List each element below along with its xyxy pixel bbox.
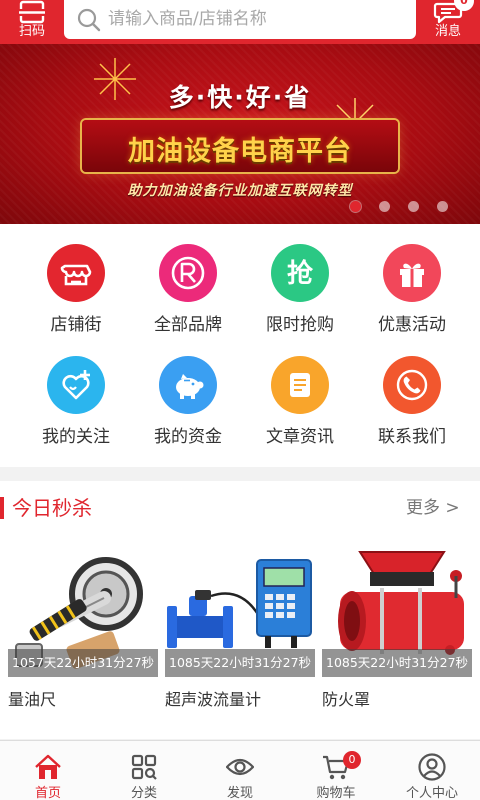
- heart-plus-icon: [47, 356, 105, 414]
- message-button[interactable]: 0 消息: [416, 0, 480, 44]
- category-label: 我的关注: [42, 427, 110, 447]
- category-label: 我的资金: [154, 427, 222, 447]
- category-item[interactable]: 联系我们: [352, 356, 472, 466]
- carousel-dot[interactable]: [350, 201, 361, 212]
- tab-item[interactable]: 分类: [96, 741, 192, 800]
- tab-label: 个人中心: [405, 786, 458, 800]
- banner-title: 加油设备电商平台: [128, 136, 352, 167]
- tab-item[interactable]: 发现: [192, 741, 288, 800]
- top-header: 扫码 0 消息: [0, 0, 480, 44]
- category-label: 全部品牌: [154, 315, 222, 335]
- scan-button[interactable]: 扫码: [0, 0, 64, 44]
- carousel-dot[interactable]: [408, 201, 419, 212]
- product-card[interactable]: 1085天22小时31分27秒防火罩: [322, 531, 472, 721]
- flash-sale-more-link[interactable]: 更多 >: [406, 496, 460, 520]
- category-item[interactable]: 我的资金: [128, 356, 248, 466]
- article-icon: [271, 356, 329, 414]
- home-icon: [35, 754, 61, 779]
- app-screen: 扫码 0 消息: [0, 0, 480, 800]
- product-card[interactable]: 1057天22小时31分27秒量油尺: [8, 531, 158, 721]
- piggy-bank-icon: [159, 356, 217, 414]
- category-grid: 店铺街 全部品牌抢限时抢购 优惠活动 我的关注 我的资金 文章资讯 联系我们: [0, 224, 480, 467]
- category-label: 限时抢购: [266, 315, 334, 335]
- product-name: 量油尺: [8, 690, 57, 709]
- gift-icon: [383, 244, 441, 302]
- category-item[interactable]: 店铺街: [16, 244, 136, 354]
- category-item[interactable]: 我的关注: [16, 356, 136, 466]
- user-icon: [418, 753, 446, 781]
- search-input[interactable]: [108, 4, 408, 34]
- scan-icon: [19, 0, 45, 24]
- carousel-dot[interactable]: [379, 201, 390, 212]
- bottom-tab-bar: 首页 分类 发现 0 购物车 个人中心: [0, 740, 480, 800]
- cart-badge: 0: [343, 751, 361, 769]
- flash-sale-title: 今日秒杀: [12, 496, 92, 520]
- search-icon: [77, 8, 101, 32]
- category-label: 优惠活动: [378, 315, 446, 335]
- category-label: 文章资讯: [266, 427, 334, 447]
- tab-label: 分类: [130, 786, 157, 800]
- category-label: 店铺街: [50, 315, 102, 335]
- category-label: 联系我们: [378, 427, 446, 447]
- product-name: 超声波流量计: [165, 690, 262, 709]
- category-item[interactable]: 全部品牌: [128, 244, 248, 354]
- search-box[interactable]: [64, 0, 416, 39]
- carousel-dot[interactable]: [437, 201, 448, 212]
- tab-item[interactable]: 0 购物车: [288, 741, 384, 800]
- tab-item[interactable]: 首页: [0, 741, 96, 800]
- tab-label: 发现: [226, 786, 253, 800]
- countdown-timer: 1057天22小时31分27秒: [8, 649, 158, 677]
- registered-mark-icon: [159, 244, 217, 302]
- grab-character-icon: 抢: [271, 244, 329, 302]
- message-label: 消息: [434, 24, 461, 39]
- banner-slogan: 多·快·好·省: [168, 83, 312, 112]
- category-grid-icon: [131, 754, 157, 780]
- banner-title-band: 加油设备电商平台: [82, 120, 398, 172]
- product-card[interactable]: 1085天22小时31分27秒超声波流量计: [165, 531, 315, 721]
- section-marker: [0, 497, 4, 519]
- tab-label: 购物车: [316, 786, 356, 800]
- product-name: 防火罩: [322, 690, 371, 709]
- category-item[interactable]: 文章资讯: [240, 356, 360, 466]
- eye-icon: [226, 758, 254, 776]
- storefront-icon: [47, 244, 105, 302]
- tab-item[interactable]: 个人中心: [384, 741, 480, 800]
- category-item[interactable]: 抢限时抢购: [240, 244, 360, 354]
- banner-subtitle: 助力加油设备行业加速互联网转型: [127, 183, 353, 199]
- tab-label: 首页: [34, 786, 61, 800]
- scan-label: 扫码: [18, 24, 45, 39]
- flash-sale-section: 今日秒杀 更多 > 1057天22小时31分27秒 量油尺 1085天22小时31分…: [0, 481, 480, 739]
- carousel-indicator: [350, 201, 450, 213]
- svg-text:抢: 抢: [287, 258, 314, 289]
- phone-icon: [383, 356, 441, 414]
- countdown-timer: 1085天22小时31分27秒: [165, 649, 315, 677]
- countdown-timer: 1085天22小时31分27秒: [322, 649, 472, 677]
- category-item[interactable]: 优惠活动: [352, 244, 472, 354]
- promo-banner[interactable]: 多·快·好·省 加油设备电商平台 助力加油设备行业加速互联网转型: [0, 44, 480, 224]
